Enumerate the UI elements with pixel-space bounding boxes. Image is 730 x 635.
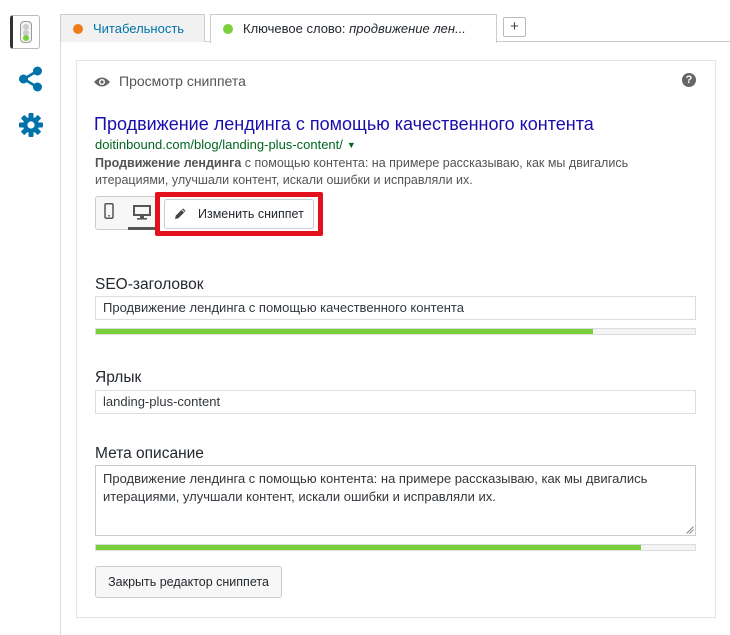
resize-grip-icon[interactable] [686, 526, 694, 534]
tab-keyword-label: Ключевое слово: [243, 21, 350, 36]
meta-description-progress [95, 544, 696, 551]
snippet-description: Продвижение лендинга с помощью контента:… [95, 155, 675, 189]
metabox-sidebar [0, 0, 60, 635]
seo-title-progress [95, 328, 696, 335]
tab-keyword-value: продвижение лен... [349, 21, 466, 36]
edit-snippet-highlight [155, 192, 323, 236]
tab-readability[interactable]: Читабельность [60, 14, 205, 42]
seo-title-label: SEO-заголовок [95, 276, 204, 293]
snippet-url-text: doitinbound.com/blog/landing-plus-conten… [95, 137, 343, 152]
slug-input[interactable]: landing-plus-content [95, 390, 696, 414]
gear-icon[interactable] [18, 112, 44, 138]
tab-readability-label: Читабельность [93, 21, 185, 36]
meta-description-textarea[interactable]: Продвижение лендинга с помощью контента:… [95, 465, 696, 536]
snippet-url: doitinbound.com/blog/landing-plus-conten… [95, 137, 356, 152]
sidebar-divider [60, 42, 61, 635]
snippet-preview-title: Просмотр сниппета [119, 73, 246, 89]
close-snippet-editor-button[interactable]: Закрыть редактор сниппета [95, 566, 282, 598]
eye-icon [94, 77, 110, 87]
url-dropdown-caret: ▼ [346, 140, 356, 150]
snippet-description-keyword: Продвижение лендинга [95, 156, 242, 170]
help-icon[interactable]: ? [682, 73, 696, 87]
mobile-icon[interactable] [104, 203, 114, 219]
snippet-title-link[interactable]: Продвижение лендинга с помощью качествен… [94, 114, 594, 135]
slug-label: Ярлык [95, 369, 142, 386]
desktop-icon[interactable] [132, 204, 152, 220]
meta-description-label: Мета описание [95, 445, 204, 462]
keyword-status-dot [223, 24, 233, 34]
desktop-active-indicator [128, 227, 155, 230]
meta-description-progress-fill [96, 545, 642, 550]
seo-title-input[interactable]: Продвижение лендинга с помощью качествен… [95, 296, 696, 320]
readability-status-dot [73, 24, 83, 34]
traffic-light-icon[interactable] [10, 15, 40, 49]
share-icon[interactable] [18, 66, 44, 92]
tab-keyword[interactable]: Ключевое слово: продвижение лен... [210, 14, 497, 43]
add-keyword-tab-button[interactable]: + [503, 17, 526, 37]
seo-title-progress-fill [96, 329, 594, 334]
